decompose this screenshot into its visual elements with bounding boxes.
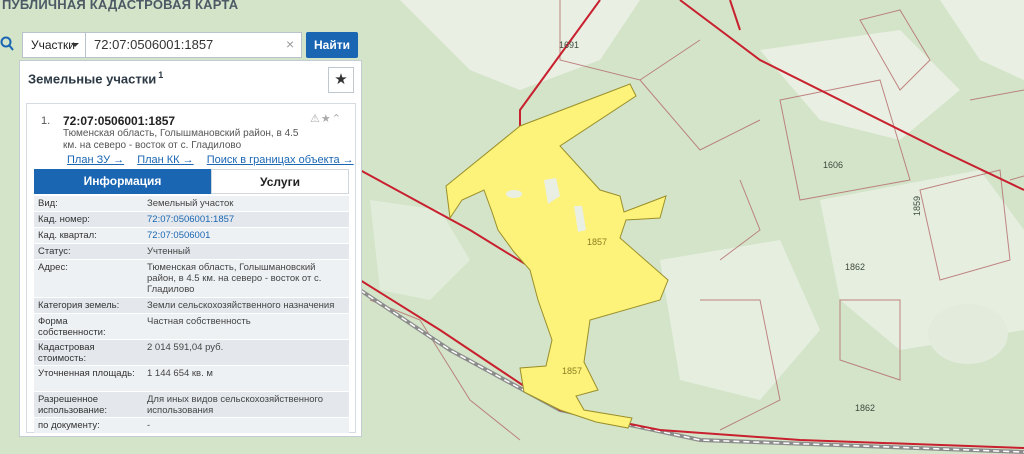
property-label: Форма собственности: [38,316,106,338]
search-icon[interactable] [0,36,14,52]
property-label: Адрес: [38,262,68,273]
search-input[interactable]: 72:07:0506001:1857 [86,32,302,58]
result-tabs: Информация Услуги [34,169,349,194]
tab-information[interactable]: Информация [34,169,211,194]
property-label: Кадастровая стоимость: [38,342,95,364]
search-button[interactable]: Найти [306,32,358,58]
parcel-label-1691: 1691 [559,40,579,50]
parcel-label-1859: 1859 [912,196,922,216]
result-card: 1. 72:07:0506001:1857 Тюменская область,… [26,103,356,434]
clear-icon[interactable]: × [286,36,294,52]
property-row: Адрес: Тюменская область, Голышмановский… [34,260,349,298]
plan-zu-link[interactable]: План ЗУ → [67,154,124,166]
property-value: - [147,420,151,431]
property-value: 1 144 654 кв. м [147,368,213,379]
result-links: План ЗУ → План КК → Поиск в границах объ… [67,154,364,166]
result-address: Тюменская область, Голышмановский район,… [63,128,299,151]
card-action-icons[interactable]: ⚠★⌃ [310,112,342,125]
property-value: Тюменская область, Голышмановский район,… [147,262,322,295]
property-row: Уточненная площадь: 1 144 654 кв. м [34,366,349,392]
panel-title-text: Земельные участки [28,71,157,87]
property-value: Земли сельскохозяйственного назначения [147,300,335,311]
property-label: Разрешенное использование: [38,394,108,416]
property-row: Кад. квартал: 72:07:0506001 [34,228,349,244]
property-row: Категория земель: Земли сельскохозяйстве… [34,298,349,314]
result-cad-number[interactable]: 72:07:0506001:1857 [63,114,175,128]
property-value-link[interactable]: 72:07:0506001:1857 [147,214,347,225]
parcel-label-1857-b: 1857 [562,366,582,376]
app-title: ПУБЛИЧНАЯ КАДАСТРОВАЯ КАРТА [2,0,239,12]
property-label: Вид: [38,198,58,209]
plan-kk-link[interactable]: План КК → [137,154,193,166]
tab-services[interactable]: Услуги [211,169,349,194]
result-number: 1. [41,115,51,127]
property-label: Статус: [38,246,71,257]
search-type-label: Участки [31,38,75,52]
search-type-select[interactable]: Участки [22,32,86,58]
property-row: Вид: Земельный участок [34,196,349,212]
property-row: Кад. номер: 72:07:0506001:1857 [34,212,349,228]
search-in-bounds-link[interactable]: Поиск в границах объекта → [207,154,354,166]
property-row: Разрешенное использование: Для иных видо… [34,392,349,418]
property-row: Кадастровая стоимость: 2 014 591,04 руб. [34,340,349,366]
property-row: Форма собственности: Частная собственнос… [34,314,349,340]
favorite-star-button[interactable]: ★ [328,67,354,93]
property-value: Частная собственность [147,316,251,327]
property-label: Категория земель: [38,300,120,311]
search-bar: Участки 72:07:0506001:1857 × Найти [22,32,358,58]
property-label: Кад. квартал: [38,230,97,241]
property-label: Кад. номер: [38,214,90,225]
result-count: 1 [158,70,164,80]
property-row: Статус: Учтенный [34,244,349,260]
parcel-label-1857-a: 1857 [587,237,607,247]
parcel-label-1862-b: 1862 [855,403,875,413]
property-row: по документу: - [34,418,349,434]
property-value: Учтенный [147,246,191,257]
property-value-link[interactable]: 72:07:0506001 [147,230,347,241]
chevron-down-icon [71,43,79,47]
property-value: Для иных видов сельскохозяйственного исп… [147,394,324,416]
property-label: Уточненная площадь: [38,368,135,379]
property-label: по документу: [38,420,100,431]
parcel-label-1862: 1862 [845,262,865,272]
results-panel: Земельные участки 1 ★ 1. 72:07:0506001:18… [19,60,362,437]
property-value: Земельный участок [147,198,234,209]
parcel-label-1606: 1606 [823,160,843,170]
property-value: 2 014 591,04 руб. [147,342,224,353]
panel-title: Земельные участки 1 [28,70,163,86]
properties-table: Вид: Земельный участок Кад. номер: 72:07… [34,196,349,434]
